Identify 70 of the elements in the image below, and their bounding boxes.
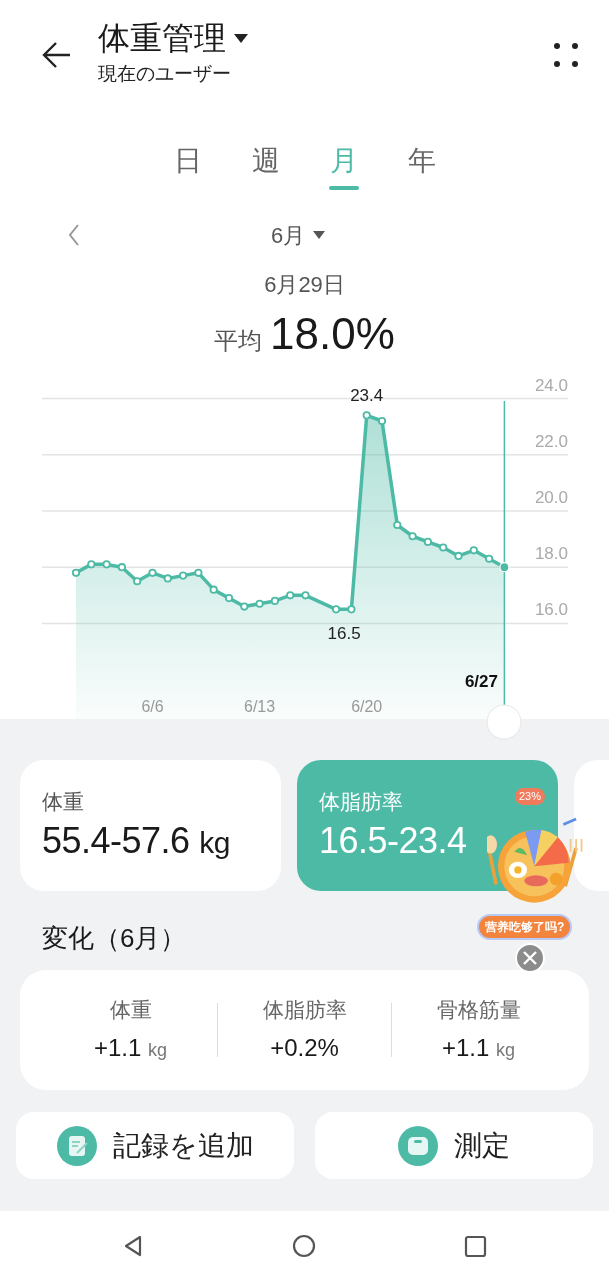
data-point [377,416,387,426]
data-point [224,594,234,603]
data-point [332,605,341,614]
date-label: 6/27 [464,672,498,691]
section-title: 変化（6月） [42,923,187,953]
action-button[interactable]: 記録を追加 [16,1112,294,1179]
average-value: 18.0% [270,308,395,360]
data-point [87,560,96,569]
axis-label: 6/13 [244,698,276,715]
data-point [148,568,157,577]
data-point [469,546,478,555]
data-point [179,571,188,580]
data-point [423,537,432,546]
change-value: +1.1 kg [440,1032,517,1063]
data-point [133,577,142,586]
data-point [102,560,111,569]
data-point [71,568,81,577]
data-point [301,591,310,600]
data-point [255,599,264,608]
selected-point [499,562,510,573]
data-point [270,596,279,605]
data-point [194,568,203,577]
data-point [117,563,126,572]
previous-icon[interactable] [68,223,80,247]
scale-icon [398,1125,438,1166]
axis-label: 16.0 [534,600,568,620]
axis-label: 22.0 [534,431,568,451]
caret-icon[interactable] [313,231,326,239]
change-value: +0.2% [269,1032,340,1063]
back-nav-icon[interactable] [122,1234,144,1258]
month-selector[interactable]: 6月 [271,218,306,252]
selected-date: 6月29日 [264,272,345,297]
slider-handle[interactable] [484,702,525,742]
data-point [163,574,172,583]
data-point [362,411,371,420]
period-tab[interactable]: 年 [406,126,437,210]
data-point [485,554,494,563]
axis-label: 24.0 [534,375,568,395]
menu-icon[interactable] [553,42,579,68]
period-tab[interactable]: 週 [250,126,281,210]
data-point [439,543,448,552]
change-label: 骨格筋量 [435,997,522,1024]
axis-label: 6/6 [141,698,164,715]
change-label: 体重 [108,997,153,1024]
max-label: 23.4 [350,386,384,406]
data-point [286,591,295,600]
change-value: +1.1 kg [92,1032,169,1063]
recents-nav-icon[interactable] [464,1234,487,1258]
user-label: 現在のユーザー [98,62,232,87]
data-point [393,520,402,530]
promo-bubble: 23% [515,788,546,805]
data-point [240,602,249,611]
axis-label: 18.0 [534,544,568,564]
period-tab[interactable]: 日 [172,126,203,210]
axis-label: 20.0 [534,487,568,507]
data-point [454,551,463,561]
metric-card[interactable]: 体重 55.4-57.6 kg [20,760,281,891]
data-point [347,605,356,614]
close-icon[interactable] [515,943,545,973]
note-icon [56,1125,97,1166]
data-point [408,532,417,541]
axis-label: 6/20 [351,698,383,715]
change-label: 体脂肪率 [261,997,348,1024]
home-nav-icon[interactable] [292,1234,316,1258]
average-label: 平均 [214,326,263,356]
data-point [209,585,218,594]
caret-icon[interactable] [234,34,248,44]
min-label: 16.5 [327,624,361,644]
page-title: 体重管理 [98,21,226,57]
action-button[interactable]: 測定 [315,1112,593,1179]
